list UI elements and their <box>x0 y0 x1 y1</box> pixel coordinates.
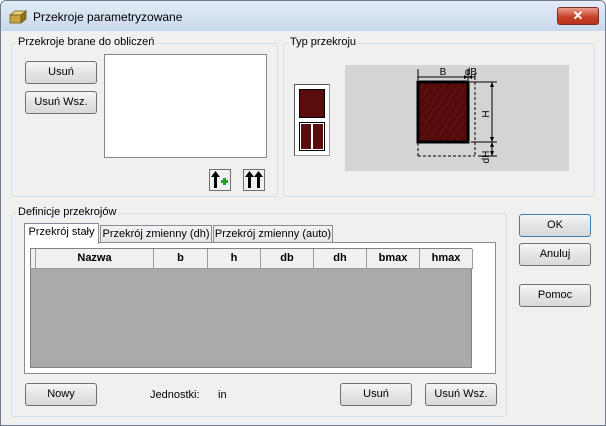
column-header[interactable]: bmax <box>367 249 420 269</box>
remove-definition-button[interactable]: Usuń <box>340 383 412 406</box>
section-diagram: B dB H dH <box>416 67 497 164</box>
section-tabs: Przekrój stały Przekrój zmienny (dh) Prz… <box>24 223 344 244</box>
app-icon <box>9 10 27 24</box>
section-type-selector[interactable] <box>294 84 330 156</box>
section-type-title: Typ przekroju <box>288 36 359 48</box>
solid-section-option[interactable] <box>299 89 325 118</box>
column-header[interactable]: b <box>154 249 208 269</box>
column-header[interactable]: Nazwa <box>36 249 154 269</box>
diagram-label-dh: dH <box>481 151 492 164</box>
cancel-button[interactable]: Anuluj <box>519 243 591 266</box>
table-header: Nazwa b h db dh bmax hmax <box>31 249 473 269</box>
dialog-client: Przekroje brane do obliczeń Usuń Usuń Ws… <box>7 32 599 421</box>
help-button[interactable]: Pomoc <box>519 284 591 307</box>
units-label: Jednostki: <box>150 389 200 401</box>
remove-button[interactable]: Usuń <box>25 61 97 84</box>
ok-button[interactable]: OK <box>519 214 591 237</box>
close-icon: ✕ <box>572 8 584 23</box>
sections-listbox[interactable] <box>104 54 267 158</box>
diagram-label-b: B <box>440 67 447 78</box>
tab-panel: Nazwa b h db dh bmax hmax <box>24 242 496 374</box>
tab-variable-auto[interactable]: Przekrój zmienny (auto) <box>213 225 333 243</box>
title-bar[interactable]: Przekroje parametryzowane ✕ <box>1 1 605 31</box>
sections-table[interactable]: Nazwa b h db dh bmax hmax <box>30 248 473 368</box>
section-defs-title: Definicje przekrojów <box>16 206 119 218</box>
add-section-button[interactable] <box>209 169 231 191</box>
dialog-window: Przekroje parametryzowane ✕ Przekroje br… <box>0 0 606 426</box>
window-title: Przekroje parametryzowane <box>33 10 183 24</box>
double-arrow-up-icon <box>245 171 263 188</box>
remove-all-button[interactable]: Usuń Wsz. <box>25 91 97 114</box>
remove-all-definitions-button[interactable]: Usuń Wsz. <box>425 383 497 406</box>
diagram-label-db: dB <box>465 67 478 78</box>
add-all-sections-button[interactable] <box>243 169 265 191</box>
column-header[interactable]: h <box>208 249 261 269</box>
arrow-up-plus-icon <box>211 171 228 188</box>
tab-constant-section[interactable]: Przekrój stały <box>24 223 99 244</box>
diagram-label-h: H <box>481 110 492 117</box>
units-value: in <box>218 389 227 401</box>
close-button[interactable]: ✕ <box>557 7 599 25</box>
section-preview: B dB H dH <box>345 65 569 171</box>
column-header[interactable]: dh <box>314 249 367 269</box>
sections-in-calc-title: Przekroje brane do obliczeń <box>16 36 157 48</box>
column-header[interactable]: hmax <box>420 249 473 269</box>
new-button[interactable]: Nowy <box>25 383 97 406</box>
tab-variable-dh[interactable]: Przekrój zmienny (dh) <box>100 225 212 243</box>
split-section-option[interactable] <box>299 122 325 151</box>
column-header[interactable]: db <box>261 249 314 269</box>
